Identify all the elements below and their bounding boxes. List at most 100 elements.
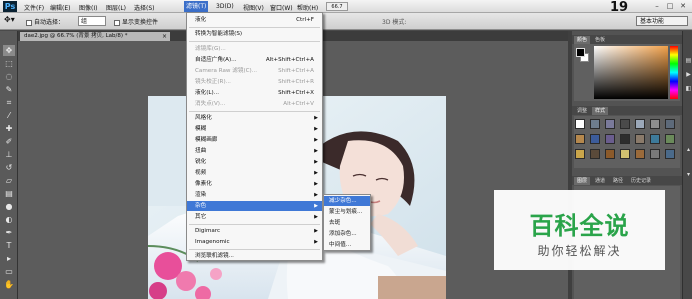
style-swatch[interactable] [590,134,600,144]
filter-menu-item[interactable]: 其它 ▶ [187,212,322,222]
menu-edit[interactable]: 编辑(E) [50,3,70,12]
filter-menu-item[interactable]: Digimarc ▶ [187,226,322,236]
type-tool-icon[interactable]: T [3,240,15,251]
menu-window[interactable]: 窗口(W) [270,3,293,12]
filter-menu-item[interactable]: 模糊 ▶ [187,124,322,134]
brush-tool-icon[interactable]: ✐ [3,136,15,147]
filter-menu-item[interactable]: 渲染 ▶ [187,190,322,200]
filter-menu-item[interactable]: Imagenomic ▶ [187,237,322,247]
filter-menu-item[interactable]: 模糊画廊 ▶ [187,135,322,145]
filter-menu-item-noise[interactable]: 杂色 ▶ [187,201,322,211]
despeckle-item[interactable]: 去斑 [324,218,370,228]
style-swatch[interactable] [590,149,600,159]
filter-menu-item[interactable]: Camera Raw 滤镜(C)... Shift+Ctrl+A [187,66,322,76]
menu-layer[interactable]: 图层(L) [106,3,126,12]
style-swatch[interactable] [650,119,660,129]
dodge-tool-icon[interactable]: ◐ [3,214,15,225]
style-swatch[interactable] [620,149,630,159]
properties-panel-icon[interactable]: ◧ [685,85,692,92]
minimize-icon[interactable]: – [652,2,662,11]
scroll-up-icon[interactable]: ▴ [685,146,692,153]
menu-file[interactable]: 文件(F) [24,3,44,12]
tab-channels[interactable]: 通道 [592,177,608,185]
style-swatch[interactable] [575,149,585,159]
stamp-tool-icon[interactable]: ⊥ [3,149,15,160]
style-none-swatch[interactable] [575,119,585,129]
document-tab[interactable]: dae2.jpg @ 66.7% (背景 拷贝, Lab/8) * × [20,32,170,41]
filter-menu-item[interactable]: 镜头校正(R)... Shift+Ctrl+R [187,77,322,87]
auto-select-checkbox[interactable]: 自动选择： [26,17,64,26]
hue-slider[interactable] [670,46,678,99]
style-swatch[interactable] [605,134,615,144]
filter-menu-item[interactable]: 自适应广角(A)... Alt+Shift+Ctrl+A [187,55,322,65]
scroll-down-icon[interactable]: ▾ [685,171,692,178]
style-swatch[interactable] [620,134,630,144]
filter-menu-item[interactable]: 浏览联机滤镜... [187,251,322,261]
add-noise-item[interactable]: 添加杂色... [324,229,370,239]
shape-tool-icon[interactable]: ▭ [3,266,15,277]
dust-scratches-item[interactable]: 蒙尘与划痕... [324,207,370,217]
tab-paths[interactable]: 路径 [610,177,626,185]
actions-panel-icon[interactable]: ▶ [685,71,692,78]
tab-adjustments[interactable]: 调整 [574,107,590,115]
eraser-tool-icon[interactable]: ▱ [3,175,15,186]
tab-layers[interactable]: 图层 [574,177,591,185]
zoom-level[interactable]: 66.7 [326,2,348,11]
history-brush-tool-icon[interactable]: ↺ [3,162,15,173]
workspace-select[interactable]: 基本功能 [636,16,688,26]
style-swatch[interactable] [650,149,660,159]
path-select-tool-icon[interactable]: ▸ [3,253,15,264]
move-tool-icon[interactable]: ✥ [3,45,15,56]
blur-tool-icon[interactable]: ● [3,201,15,212]
lasso-tool-icon[interactable]: ◌ [3,71,15,82]
style-swatch[interactable] [620,119,630,129]
menu-filter[interactable]: 滤镜(T) [184,1,209,12]
style-swatch[interactable] [665,119,675,129]
eyedropper-tool-icon[interactable]: ⁄ [3,110,15,121]
style-swatch[interactable] [590,119,600,129]
auto-select-dropdown[interactable]: 组 [78,16,106,26]
menu-image[interactable]: 图像(I) [79,3,97,12]
maximize-icon[interactable]: □ [665,2,675,11]
filter-menu-item[interactable]: 消失点(V)... Alt+Ctrl+V [187,99,322,109]
gradient-tool-icon[interactable]: ▤ [3,188,15,199]
pen-tool-icon[interactable]: ✒ [3,227,15,238]
style-swatch[interactable] [665,134,675,144]
filter-menu-item[interactable]: 转换为智能滤镜(S) [187,29,322,39]
filter-menu-item[interactable]: 液化 Ctrl+F [187,15,322,25]
filter-menu-item[interactable]: 滤镜库(G)... [187,44,322,54]
filter-menu-item[interactable]: 液化(L)... Shift+Ctrl+X [187,88,322,98]
foreground-color-swatch[interactable] [576,48,585,57]
hand-tool-icon[interactable]: ✋ [3,279,15,290]
healing-brush-tool-icon[interactable]: ✚ [3,123,15,134]
menu-view[interactable]: 视图(V) [243,3,264,12]
tab-swatches[interactable]: 色板 [592,36,608,44]
tab-styles[interactable]: 样式 [592,107,609,115]
tab-color[interactable]: 颜色 [574,36,591,44]
crop-tool-icon[interactable]: ⌗ [3,97,15,108]
color-spectrum[interactable] [594,46,668,99]
show-transform-checkbox[interactable]: 显示变换控件 [114,17,158,26]
marquee-tool-icon[interactable]: ⬚ [3,58,15,69]
style-swatch[interactable] [665,149,675,159]
style-swatch[interactable] [605,119,615,129]
filter-menu-item[interactable]: 像素化 ▶ [187,179,322,189]
filter-menu-item[interactable]: 扭曲 ▶ [187,146,322,156]
move-tool-icon[interactable]: ✥▾ [4,15,15,24]
quick-select-tool-icon[interactable]: ✎ [3,84,15,95]
menu-select[interactable]: 选择(S) [134,3,155,12]
median-item[interactable]: 中间值... [324,240,370,250]
filter-menu-item[interactable]: 风格化 ▶ [187,113,322,123]
close-tab-icon[interactable]: × [162,32,167,41]
style-swatch[interactable] [635,134,645,144]
close-icon[interactable]: ✕ [678,2,688,11]
menu-help[interactable]: 帮助(H) [297,3,318,12]
style-swatch[interactable] [575,134,585,144]
filter-menu-item[interactable]: 视频 ▶ [187,168,322,178]
style-swatch[interactable] [635,119,645,129]
history-panel-icon[interactable]: ▤ [685,57,692,64]
tab-history[interactable]: 历史记录 [628,177,654,185]
reduce-noise-item[interactable]: 减少杂色... [324,196,370,206]
style-swatch[interactable] [650,134,660,144]
style-swatch[interactable] [635,149,645,159]
